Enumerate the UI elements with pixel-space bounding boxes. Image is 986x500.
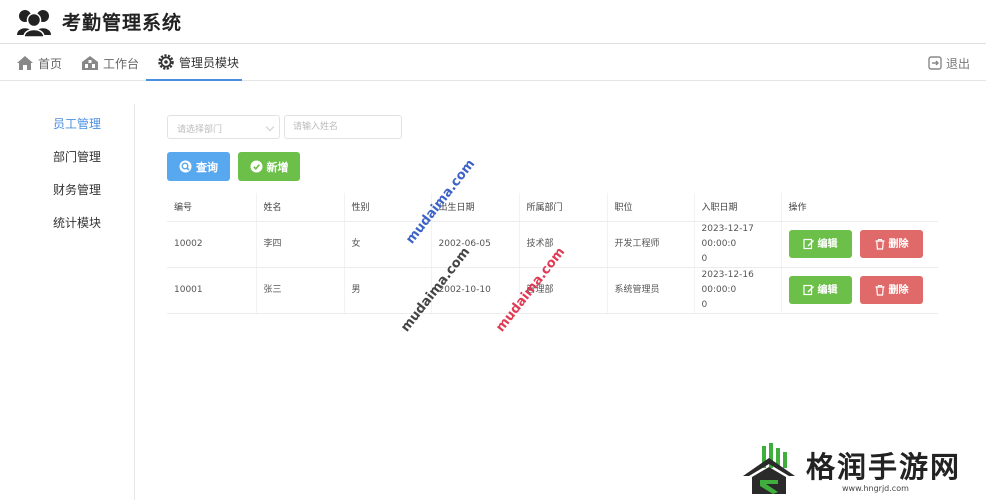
brand-logo-icon — [743, 443, 795, 494]
edit-label: 编辑 — [817, 284, 838, 296]
logout-icon — [928, 56, 942, 70]
logout-button[interactable]: 退出 — [928, 45, 970, 81]
column-header: 编号 — [167, 193, 257, 222]
site-brand: 格润手游网 www.hngrjd.com — [736, 432, 986, 500]
cell-position: 开发工程师 — [607, 221, 695, 268]
column-header: 入职日期 — [694, 193, 782, 222]
edit-icon — [802, 284, 814, 296]
edit-button[interactable]: 编辑 — [788, 276, 852, 304]
nav-item-label: 工作台 — [103, 56, 140, 71]
delete-label: 删除 — [888, 284, 909, 296]
edit-label: 编辑 — [817, 238, 838, 250]
hire-date-line: 0 — [701, 299, 708, 310]
sidebar-item-department[interactable]: 部门管理 — [53, 148, 101, 165]
cell-id: 10001 — [167, 267, 257, 314]
nav-item-home[interactable]: 首页 — [16, 45, 62, 81]
workbench-icon — [82, 56, 98, 70]
trash-icon — [875, 238, 884, 250]
hire-date-line: 2023-12-17 00:00:0 — [701, 223, 754, 249]
sidebar-item-statistics[interactable]: 统计模块 — [53, 214, 101, 231]
column-header: 职位 — [607, 193, 695, 222]
query-button[interactable]: 查询 — [167, 152, 230, 181]
cell-actions: 编辑 删除 — [781, 221, 938, 268]
app-header: 考勤管理系统 — [0, 0, 986, 44]
page: 考勤管理系统 首页 工作台 管理员模块 退出 员工管理 部门管理 财务管理 统计… — [0, 0, 986, 500]
sidebar-item-finance[interactable]: 财务管理 — [53, 181, 101, 198]
table-header-row: 编号 姓名 性别 出生日期 所属部门 职位 入职日期 操作 — [167, 193, 938, 222]
column-header: 姓名 — [256, 193, 345, 222]
department-select-placeholder: 请选择部门 — [177, 125, 223, 135]
users-logo-icon — [17, 9, 51, 37]
nav-item-admin[interactable]: 管理员模块 — [146, 45, 242, 81]
column-header: 操作 — [781, 193, 938, 222]
hire-date-line: 0 — [701, 253, 708, 264]
search-icon — [179, 160, 192, 173]
sidebar-item-employee[interactable]: 员工管理 — [53, 115, 101, 132]
sidebar: 员工管理 部门管理 财务管理 统计模块 — [0, 104, 135, 500]
column-header: 所属部门 — [519, 193, 608, 222]
delete-label: 删除 — [888, 238, 909, 250]
nav-item-label: 首页 — [38, 56, 63, 71]
logout-label: 退出 — [945, 56, 970, 71]
top-nav: 首页 工作台 管理员模块 退出 — [0, 45, 986, 81]
department-select[interactable]: 请选择部门 — [167, 115, 280, 139]
cell-actions: 编辑 删除 — [781, 267, 938, 314]
add-icon — [250, 160, 262, 173]
cell-name: 李四 — [256, 221, 345, 268]
trash-icon — [875, 284, 884, 296]
brand-name: 格润手游网 — [806, 450, 962, 484]
gear-icon — [158, 54, 174, 70]
delete-button[interactable]: 删除 — [859, 276, 923, 304]
cell-name: 张三 — [256, 267, 345, 314]
hire-date-line: 2023-12-16 00:00:0 — [701, 269, 754, 295]
nav-item-workbench[interactable]: 工作台 — [81, 45, 139, 81]
edit-button[interactable]: 编辑 — [788, 230, 852, 258]
cell-hire-date: 2023-12-16 00:00:0 0 — [694, 267, 782, 314]
add-label: 新增 — [266, 160, 289, 174]
cell-hire-date: 2023-12-17 00:00:0 0 — [694, 221, 782, 268]
add-button[interactable]: 新增 — [238, 152, 300, 181]
home-icon — [17, 56, 33, 70]
edit-icon — [802, 238, 814, 250]
query-label: 查询 — [196, 160, 218, 174]
cell-position: 系统管理员 — [607, 267, 695, 314]
nav-item-label: 管理员模块 — [179, 55, 240, 70]
cell-id: 10002 — [167, 221, 257, 268]
delete-button[interactable]: 删除 — [859, 230, 923, 258]
chevron-down-icon — [265, 122, 275, 132]
name-search-input[interactable] — [284, 115, 402, 139]
cell-birth: 2002-06-05 — [431, 221, 520, 268]
brand-url: www.hngrjd.com — [842, 484, 909, 493]
app-title: 考勤管理系统 — [62, 12, 183, 34]
